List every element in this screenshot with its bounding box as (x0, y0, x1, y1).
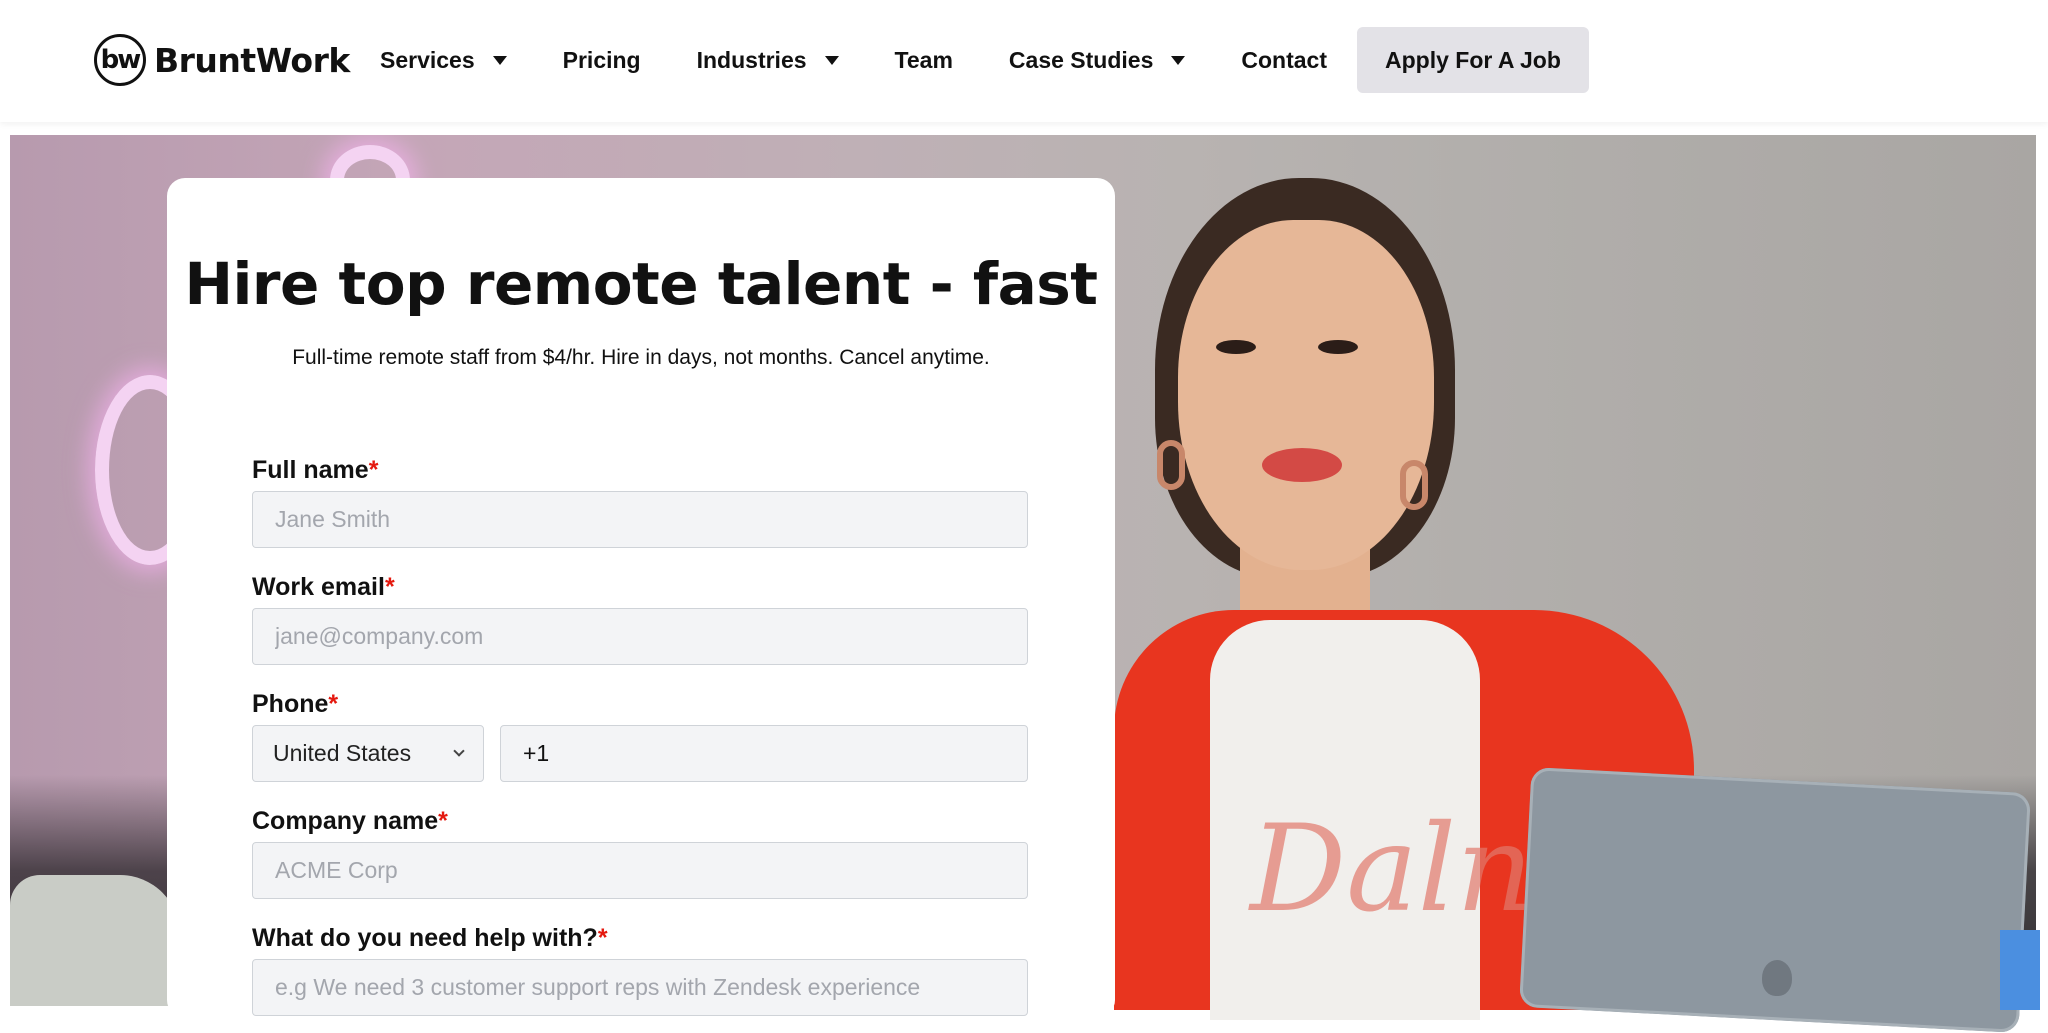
apple-logo-icon (1762, 960, 1792, 996)
caret-down-icon (492, 55, 507, 65)
background-object (2000, 930, 2040, 1010)
logo-mark: bw (94, 34, 146, 86)
label-text: Work email (252, 573, 385, 601)
nav-item-contact[interactable]: Contact (1213, 27, 1355, 93)
form-subtitle: Full-time remote staff from $4/hr. Hire … (292, 346, 990, 369)
nav-item-pricing[interactable]: Pricing (535, 27, 669, 93)
full-name-input[interactable] (252, 491, 1028, 548)
brand-logo[interactable]: bw BruntWork (94, 33, 350, 87)
apply-for-job-button[interactable]: Apply For A Job (1357, 27, 1589, 93)
main-nav: Services Pricing Industries Team Case St… (352, 27, 1589, 93)
nav-item-team[interactable]: Team (867, 27, 981, 93)
nav-item-label: Pricing (562, 46, 641, 73)
work-email-label: Work email* (252, 573, 395, 602)
required-marker: * (368, 456, 379, 484)
caret-down-icon (1171, 55, 1186, 65)
required-marker: * (328, 690, 339, 718)
form-title: Hire top remote talent - fast (184, 250, 1099, 318)
nav-item-label: Industries (696, 46, 807, 73)
label-text: What do you need help with? (252, 924, 598, 952)
person-eye (1318, 340, 1358, 354)
nav-item-industries[interactable]: Industries (669, 27, 867, 93)
help-input[interactable] (252, 959, 1028, 1016)
company-name-label: Company name* (252, 807, 448, 836)
required-marker: * (438, 807, 448, 835)
earring (1400, 460, 1428, 510)
nav-item-services[interactable]: Services (352, 27, 535, 93)
nav-item-label: Team (894, 46, 953, 73)
label-text: Phone (252, 690, 329, 718)
country-select[interactable]: United States (252, 725, 484, 782)
nav-item-label: Case Studies (1008, 46, 1154, 73)
earring (1157, 440, 1185, 490)
site-header: bw BruntWork Services Pricing Industries… (0, 0, 2048, 122)
hire-form-card: Hire top remote talent - fast Full-time … (167, 178, 1115, 1018)
nav-item-case-studies[interactable]: Case Studies (981, 27, 1213, 93)
caret-down-icon (824, 55, 839, 65)
label-text: Company name (252, 807, 439, 835)
person-eye (1216, 340, 1256, 354)
country-select-value: United States (273, 740, 412, 766)
label-text: Full name (252, 456, 369, 484)
nav-item-label: Services (380, 46, 475, 73)
phone-label: Phone* (252, 690, 338, 719)
blanket (10, 875, 180, 1006)
chevron-down-icon (453, 745, 465, 757)
phone-input[interactable] (500, 725, 1028, 782)
shirt-print: Dalni (1250, 800, 1572, 939)
logo-text: BruntWork (154, 40, 350, 80)
work-email-input[interactable] (252, 608, 1028, 665)
required-marker: * (597, 924, 608, 952)
help-label: What do you need help with?* (252, 924, 608, 953)
person-lips (1262, 448, 1342, 482)
required-marker: * (384, 573, 395, 601)
person-face (1178, 220, 1434, 570)
full-name-label: Full name* (252, 456, 378, 485)
company-name-input[interactable] (252, 842, 1028, 899)
nav-item-label: Contact (1241, 46, 1327, 73)
